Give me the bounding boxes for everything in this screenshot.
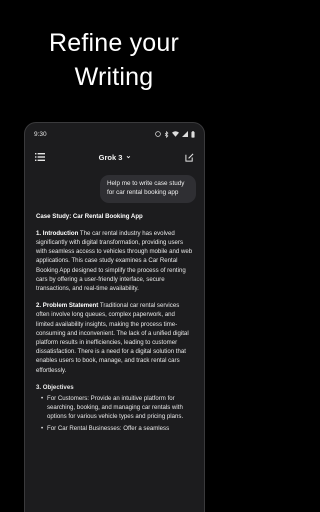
- wifi-icon: [172, 131, 179, 137]
- promo-headline: Refine your Writing: [0, 26, 228, 94]
- problem-text: Traditional car rental services often in…: [36, 302, 189, 374]
- intro-paragraph: 1. Introduction The car rental industry …: [36, 229, 193, 293]
- intro-heading: 1. Introduction: [36, 229, 79, 237]
- app-bar: Grok 3 ⌄: [25, 145, 204, 169]
- promo-headline-line1: Refine your: [48, 29, 180, 57]
- response-title: Case Study: Car Rental Booking App: [36, 212, 143, 220]
- list-item: For Car Rental Businesses: Offer a seaml…: [41, 424, 193, 433]
- model-label: Grok 3: [98, 152, 123, 162]
- intro-text: The car rental industry has evolved sign…: [36, 229, 193, 293]
- objectives-heading: 3. Objectives: [36, 383, 74, 391]
- status-icons: [155, 130, 195, 138]
- chevron-down-icon: ⌄: [125, 152, 132, 160]
- list-item: For Customers: Provide an intuitive plat…: [41, 394, 193, 422]
- phone-frame: 9:30 Grok 3 ⌄ Help me to write case stud…: [24, 122, 205, 512]
- assistant-response: Case Study: Car Rental Booking App 1. In…: [33, 212, 196, 433]
- model-selector[interactable]: Grok 3 ⌄: [99, 153, 132, 162]
- promo-headline-line2: Writing: [74, 63, 154, 91]
- signal-icon: [182, 131, 188, 137]
- objectives-list: For Customers: Provide an intuitive plat…: [36, 394, 193, 433]
- battery-icon: [191, 130, 195, 138]
- problem-heading: 2. Problem Statement: [36, 302, 99, 310]
- bluetooth-icon: [164, 130, 169, 138]
- status-time: 9:30: [34, 130, 47, 138]
- compose-icon[interactable]: [185, 153, 194, 162]
- status-bar: 9:30: [25, 123, 204, 145]
- whatsapp-icon: [155, 131, 161, 137]
- user-message-bubble: Help me to write case study for car rent…: [100, 175, 196, 203]
- chat-thread: Help me to write case study for car rent…: [25, 169, 204, 433]
- hamburger-menu-icon[interactable]: [35, 153, 45, 161]
- problem-paragraph: 2. Problem Statement Traditional car ren…: [36, 301, 193, 375]
